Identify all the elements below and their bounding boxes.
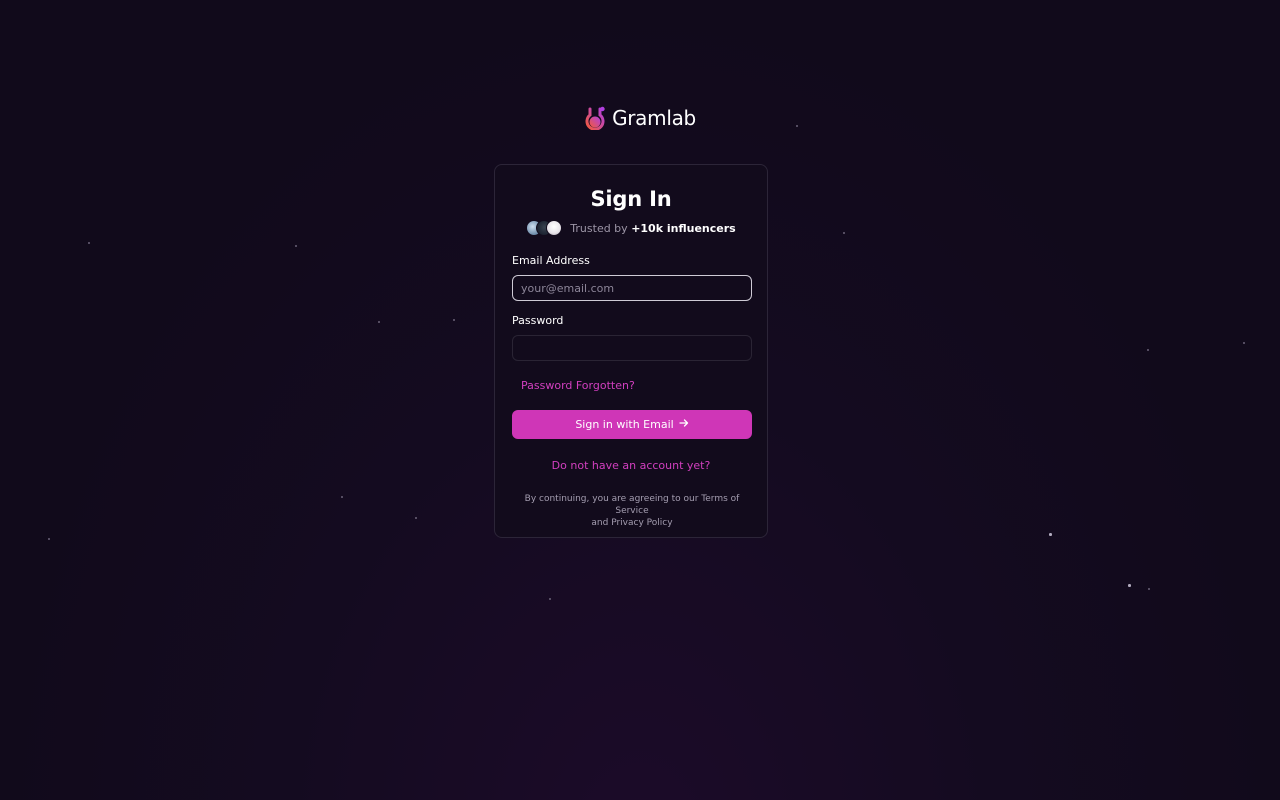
trusted-by-label: Trusted by: [570, 221, 628, 235]
create-account-link[interactable]: Do not have an account yet?: [495, 459, 767, 472]
sign-in-email-button[interactable]: Sign in with Email: [512, 410, 752, 439]
legal-notice: By continuing, you are agreeing to our T…: [509, 493, 755, 529]
sign-in-page: Gramlab Sign In Trusted by +10k influenc…: [0, 0, 1280, 800]
influencer-count: +10k influencers: [631, 221, 736, 235]
legal-text-line-1: By continuing, you are agreeing to our T…: [524, 494, 740, 516]
password-label: Password: [512, 314, 564, 327]
page-title: Sign In: [590, 187, 672, 211]
password-field[interactable]: [512, 335, 752, 361]
avatar: [546, 220, 563, 236]
sign-in-button-label: Sign in with Email: [575, 418, 674, 431]
email-label: Email Address: [512, 254, 590, 267]
forgot-password-link[interactable]: Password Forgotten?: [521, 379, 635, 392]
flask-icon: [584, 106, 606, 130]
avatar-stack: [526, 220, 563, 236]
email-field[interactable]: [512, 275, 752, 301]
brand-name: Gramlab: [612, 106, 696, 130]
brand-logo[interactable]: Gramlab: [0, 106, 1280, 130]
social-proof: Trusted by +10k influencers: [495, 220, 767, 236]
sign-in-card: Sign In Trusted by +10k influencers Emai…: [494, 164, 768, 538]
arrow-right-icon: [679, 418, 689, 431]
legal-text-line-2: and Privacy Policy: [591, 518, 673, 528]
